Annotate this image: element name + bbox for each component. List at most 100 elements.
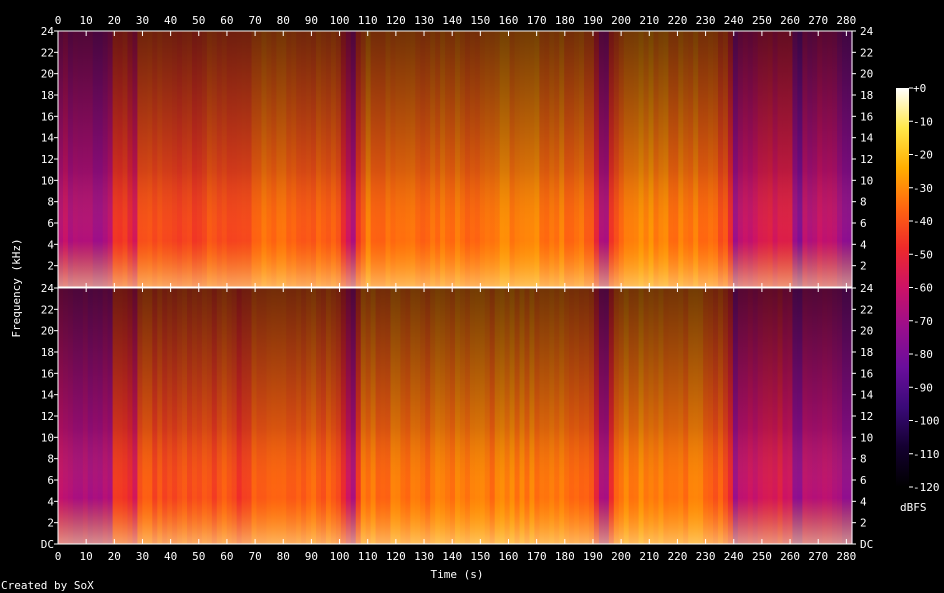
x-tick-label-bottom: 220 [667, 550, 687, 563]
y-tick-label-left: 16 [41, 110, 54, 123]
colorbar-scale [896, 88, 909, 487]
x-tick-label-top: 160 [499, 14, 519, 27]
y-tick-label-left: 20 [41, 325, 54, 338]
x-tick-label-bottom: 100 [330, 550, 350, 563]
sox-credit: Created by SoX [1, 579, 94, 592]
colorbar-tick-label: -10 [913, 115, 933, 128]
x-tick-label-bottom: 180 [555, 550, 575, 563]
x-tick-label-bottom: 250 [752, 550, 772, 563]
x-tick-label-bottom: 280 [836, 550, 856, 563]
frequency-shading [58, 288, 852, 544]
x-tick-label-top: 50 [192, 14, 205, 27]
y-tick-label-right: 18 [860, 346, 873, 359]
x-tick-label-top: 90 [305, 14, 318, 27]
colorbar-tick-label: -60 [913, 282, 933, 295]
y-tick-label-left: 20 [41, 68, 54, 81]
y-tick-label-right: 6 [860, 474, 867, 487]
colorbar-tick-label: -110 [913, 448, 940, 461]
y-tick-label-right: 2 [860, 517, 867, 530]
y-tick-label-right: 24 [860, 25, 874, 38]
x-tick-label-bottom: 210 [639, 550, 659, 563]
y-tick-label-left: 4 [47, 495, 54, 508]
y-tick-label-left: 18 [41, 89, 54, 102]
colorbar-tick-label: -90 [913, 381, 933, 394]
y-tick-label-left: 12 [41, 153, 54, 166]
y-axis-label: Frequency (kHz) [10, 238, 23, 337]
x-tick-label-bottom: 0 [55, 550, 62, 563]
x-tick-label-top: 110 [358, 14, 378, 27]
x-tick-label-top: 10 [80, 14, 93, 27]
y-tick-label-right: 14 [860, 389, 874, 402]
x-tick-label-bottom: 130 [414, 550, 434, 563]
y-tick-label-left: 22 [41, 303, 54, 316]
x-tick-label-bottom: 170 [527, 550, 547, 563]
y-tick-label-left: 24 [41, 282, 55, 295]
x-tick-label-top: 250 [752, 14, 772, 27]
y-tick-label-right: 14 [860, 132, 874, 145]
x-tick-label-top: 280 [836, 14, 856, 27]
x-tick-label-bottom: 190 [583, 550, 603, 563]
y-tick-label-left: 2 [47, 260, 54, 273]
x-tick-label-top: 100 [330, 14, 350, 27]
y-tick-label-left: 8 [47, 196, 54, 209]
x-tick-label-bottom: 260 [780, 550, 800, 563]
y-tick-label-right: 24 [860, 282, 874, 295]
x-tick-label-top: 140 [442, 14, 462, 27]
x-tick-label-top: 260 [780, 14, 800, 27]
y-tick-label-right: 4 [860, 238, 867, 251]
y-tick-label-right: 22 [860, 46, 873, 59]
x-tick-label-bottom: 140 [442, 550, 462, 563]
x-tick-label-top: 240 [724, 14, 744, 27]
y-tick-label-right: 10 [860, 174, 873, 187]
y-tick-label-right: 8 [860, 196, 867, 209]
y-tick-label-left: 18 [41, 346, 54, 359]
x-tick-label-bottom: 50 [192, 550, 205, 563]
y-tick-label-left: 16 [41, 367, 54, 380]
x-tick-label-top: 270 [808, 14, 828, 27]
y-tick-label-left: 6 [47, 217, 54, 230]
x-tick-label-top: 70 [248, 14, 261, 27]
x-tick-label-top: 230 [696, 14, 716, 27]
colorbar-tick-label: -40 [913, 215, 933, 228]
x-tick-label-top: 20 [108, 14, 121, 27]
y-tick-label-left: 14 [41, 132, 55, 145]
spectrogram-channel-1 [57, 30, 853, 288]
x-tick-label-top: 30 [136, 14, 149, 27]
x-tick-label-bottom: 80 [277, 550, 290, 563]
y-tick-label-right: 10 [860, 431, 873, 444]
x-tick-label-bottom: 30 [136, 550, 149, 563]
y-tick-label-right: 6 [860, 217, 867, 230]
x-tick-label-top: 120 [386, 14, 406, 27]
x-tick-label-bottom: 40 [164, 550, 177, 563]
x-tick-label-bottom: 110 [358, 550, 378, 563]
y-tick-label-left: 4 [47, 238, 54, 251]
frequency-shading [58, 31, 852, 287]
x-axis-label: Time (s) [431, 568, 484, 581]
y-tick-label-right: 16 [860, 110, 873, 123]
y-tick-label-right: 18 [860, 89, 873, 102]
y-tick-label-left: 8 [47, 453, 54, 466]
y-tick-label-right: 2 [860, 260, 867, 273]
x-tick-label-top: 210 [639, 14, 659, 27]
colorbar-tick-label: -70 [913, 315, 933, 328]
x-tick-label-bottom: 270 [808, 550, 828, 563]
y-tick-label-right: DC [860, 538, 873, 551]
y-tick-label-right: 12 [860, 410, 873, 423]
x-tick-label-bottom: 160 [499, 550, 519, 563]
y-tick-label-right: 12 [860, 153, 873, 166]
y-tick-label-right: 22 [860, 303, 873, 316]
y-tick-label-left: 22 [41, 46, 54, 59]
x-tick-label-top: 80 [277, 14, 290, 27]
x-tick-label-top: 150 [470, 14, 490, 27]
y-tick-label-left: 6 [47, 474, 54, 487]
y-tick-label-left: 24 [41, 25, 55, 38]
spectrogram-channel-2 [57, 287, 853, 545]
colorbar-tick-label: -30 [913, 182, 933, 195]
y-tick-label-left: 14 [41, 389, 55, 402]
colorbar-unit-label: dBFS [900, 501, 927, 514]
colorbar-tick-label: -120 [913, 481, 940, 494]
colorbar: +0 -10 -20 -30 -40 -50 -60 -70 -80 -90 -100 -110 -12… [896, 82, 940, 514]
x-tick-label-top: 40 [164, 14, 177, 27]
y-tick-label-right: 4 [860, 495, 867, 508]
x-tick-label-bottom: 200 [611, 550, 631, 563]
